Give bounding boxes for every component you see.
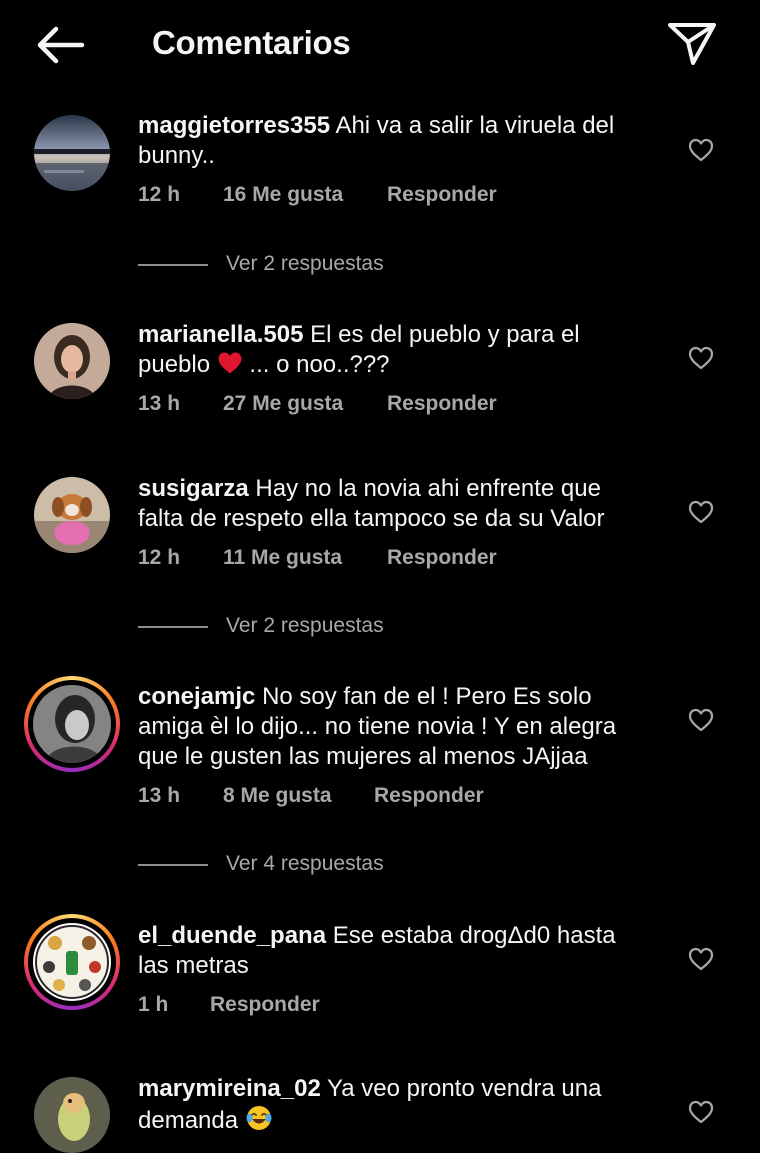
comment-body-continued: ... o noo..??? (249, 351, 390, 378)
comment-time: 13 h (138, 392, 181, 415)
like-heart-icon[interactable] (688, 500, 714, 524)
avatar (33, 685, 111, 763)
avatar (33, 923, 111, 1001)
reply-button[interactable]: Responder (387, 182, 497, 208)
reply-button[interactable]: Responder (210, 992, 320, 1018)
comment-time: 13 h (138, 784, 181, 807)
comment-time: 12 h (138, 546, 181, 569)
avatar-story-ring[interactable] (24, 676, 120, 772)
reply-button[interactable]: Responder (374, 783, 484, 809)
view-replies-label: Ver 2 respuestas (226, 252, 384, 275)
comment-username[interactable]: conejamjc (138, 683, 255, 710)
tears-of-joy-emoji-icon (246, 1106, 272, 1130)
comment-username[interactable]: el_duende_pana (138, 922, 326, 949)
avatar[interactable] (34, 323, 110, 399)
comment-time: 12 h (138, 183, 181, 206)
avatar[interactable] (34, 1077, 110, 1153)
comment-likes[interactable]: 11 Me gusta (223, 545, 342, 571)
view-replies-label: Ver 4 respuestas (226, 852, 384, 875)
comment-username[interactable]: susigarza (138, 475, 249, 502)
comment-username[interactable]: maggietorres355 (138, 112, 330, 139)
like-heart-icon[interactable] (688, 1100, 714, 1124)
comment-text: marymireina_02 Ya veo pronto vendra una … (138, 1074, 648, 1136)
paper-plane-icon (668, 23, 716, 65)
comment-likes[interactable]: 27 Me gusta (223, 391, 343, 417)
comment-text: conejamjc No soy fan de el ! Pero Es sol… (138, 682, 648, 772)
replies-divider (138, 626, 208, 628)
replies-divider (138, 264, 208, 266)
reply-button[interactable]: Responder (387, 391, 497, 417)
back-arrow-icon (37, 26, 85, 64)
share-button[interactable] (664, 17, 720, 69)
comment-time: 1 h (138, 993, 169, 1016)
comment-text: el_duende_pana Ese estaba drogΔd0 hasta … (138, 921, 648, 981)
comment-username[interactable]: marianella.505 (138, 321, 303, 348)
comment-likes[interactable]: 8 Me gusta (223, 783, 332, 809)
comment-username[interactable]: marymireina_02 (138, 1075, 321, 1102)
comment-text: maggietorres355 Ahi va a salir la viruel… (138, 111, 648, 171)
like-heart-icon[interactable] (688, 708, 714, 732)
back-button[interactable] (30, 22, 90, 68)
comment-likes[interactable]: 16 Me gusta (223, 182, 343, 208)
reply-button[interactable]: Responder (387, 545, 497, 571)
header-bar: Comentarios (0, 0, 760, 88)
avatar-story-ring[interactable] (24, 914, 120, 1010)
comment-text: susigarza Hay no la novia ahi enfrente q… (138, 474, 648, 534)
replies-divider (138, 864, 208, 866)
like-heart-icon[interactable] (688, 138, 714, 162)
red-heart-emoji-icon (218, 352, 242, 374)
comment-text: marianella.505 El es del pueblo y para e… (138, 320, 648, 380)
avatar[interactable] (34, 115, 110, 191)
like-heart-icon[interactable] (688, 947, 714, 971)
avatar[interactable] (34, 477, 110, 553)
page-title: Comentarios (152, 24, 351, 61)
like-heart-icon[interactable] (688, 346, 714, 370)
view-replies-label: Ver 2 respuestas (226, 614, 384, 637)
